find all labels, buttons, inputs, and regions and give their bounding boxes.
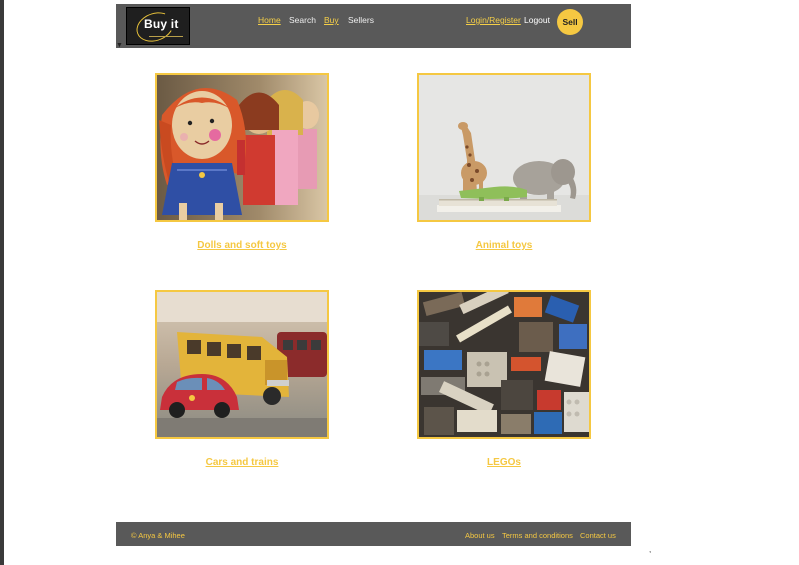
category-link-dolls[interactable]: Dolls and soft toys [142, 240, 342, 251]
stray-mark: , [649, 545, 652, 554]
site-footer: © Anya & Mihee About us Terms and condit… [116, 522, 631, 546]
category-image-dolls[interactable] [155, 73, 329, 222]
legos-photo [419, 292, 589, 437]
footer-terms-link[interactable]: Terms and conditions [502, 531, 573, 540]
logout-link[interactable]: Logout [524, 15, 550, 25]
category-image-cars[interactable] [155, 290, 329, 439]
nav-home-link[interactable]: Home [258, 15, 281, 25]
dolls-photo [157, 75, 327, 220]
logo[interactable]: Buy it [126, 7, 190, 45]
nav-search-link[interactable]: Search [289, 15, 316, 25]
site-header: Buy it ▼ Home Search Buy Sellers Login/R… [116, 4, 631, 49]
animal-toys-photo [419, 75, 589, 220]
nav-sellers-link[interactable]: Sellers [348, 15, 374, 25]
window-left-edge [0, 0, 4, 565]
category-link-animal-toys[interactable]: Animal toys [404, 240, 604, 251]
category-image-animal-toys[interactable] [417, 73, 591, 222]
category-image-legos[interactable] [417, 290, 591, 439]
footer-copyright: © Anya & Mihee [131, 531, 185, 540]
footer-about-link[interactable]: About us [465, 531, 495, 540]
nav-buy-link[interactable]: Buy [324, 15, 339, 25]
sell-button[interactable]: Sell [557, 9, 583, 35]
logo-text: Buy it [144, 17, 179, 31]
chevron-down-icon: ▼ [116, 42, 123, 49]
footer-contact-link[interactable]: Contact us [580, 531, 616, 540]
login-register-link[interactable]: Login/Register [466, 15, 521, 25]
category-link-cars-trains[interactable]: Cars and trains [142, 457, 342, 468]
logo-tagline [149, 36, 183, 37]
category-link-legos[interactable]: LEGOs [404, 457, 604, 468]
cars-photo [157, 292, 327, 437]
